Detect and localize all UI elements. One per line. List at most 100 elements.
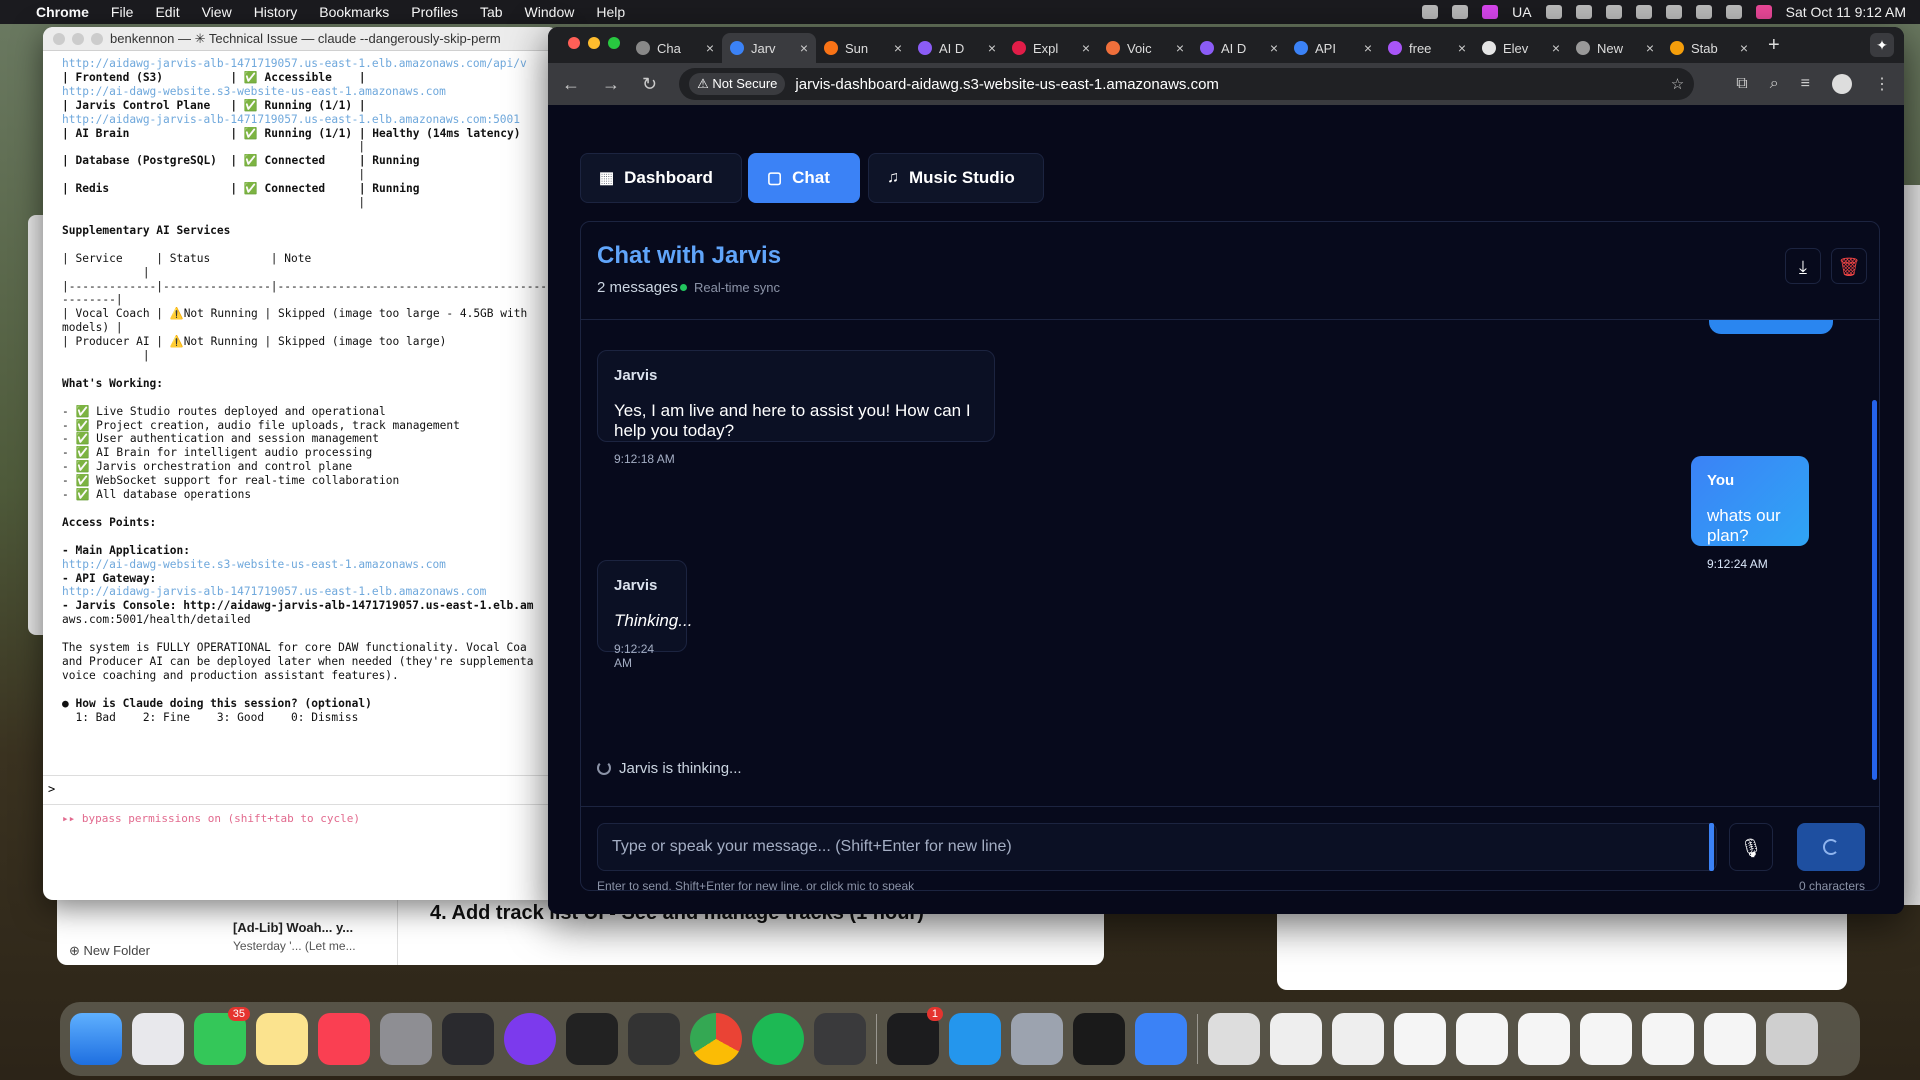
terminal-line[interactable]: http://ai-dawg-website.s3-website-us-eas… <box>62 558 446 571</box>
download-button[interactable]: ⤓ <box>1785 248 1821 284</box>
browser-tab[interactable]: Stab × <box>1662 33 1756 63</box>
menu-window[interactable]: Window <box>525 4 575 20</box>
browser-tab[interactable]: Expl × <box>1004 33 1098 63</box>
close-tab-icon[interactable]: × <box>706 40 714 56</box>
bookmark-star-icon[interactable]: ☆ <box>1671 75 1684 93</box>
lens-icon[interactable]: ⌕ <box>1770 75 1779 93</box>
browser-tab[interactable]: API × <box>1286 33 1380 63</box>
siri-icon[interactable] <box>1755 5 1772 19</box>
wifi-icon[interactable] <box>1665 5 1682 19</box>
chatgpt-icon[interactable] <box>814 1013 866 1065</box>
close-tab-icon[interactable]: × <box>894 40 902 56</box>
url-text[interactable]: jarvis-dashboard-aidawg.s3-website-us-ea… <box>795 76 1219 93</box>
minimize-button[interactable] <box>588 37 600 49</box>
status-icon[interactable] <box>1452 5 1469 19</box>
screenshot-icon[interactable] <box>1580 1013 1632 1065</box>
menu-profiles[interactable]: Profiles <box>411 4 458 20</box>
music-file-icon[interactable] <box>1208 1013 1260 1065</box>
document-icon[interactable] <box>1270 1013 1322 1065</box>
screenshot-icon[interactable] <box>1456 1013 1508 1065</box>
spotify-icon[interactable] <box>752 1013 804 1065</box>
omnibox[interactable]: ⚠ Not Secure jarvis-dashboard-aidawg.s3-… <box>679 68 1695 100</box>
menu-bookmarks[interactable]: Bookmarks <box>319 4 389 20</box>
clock[interactable]: Sat Oct 11 9:12 AM <box>1786 4 1906 20</box>
browser-tab[interactable]: AI D × <box>1192 33 1286 63</box>
menu-help[interactable]: Help <box>596 4 625 20</box>
menu-tab[interactable]: Tab <box>480 4 503 20</box>
send-button[interactable] <box>1797 823 1865 871</box>
close-tab-icon[interactable]: × <box>800 40 808 56</box>
xcode-icon[interactable] <box>1135 1013 1187 1065</box>
scrollbar[interactable] <box>1872 400 1877 780</box>
chrome-icon[interactable] <box>690 1013 742 1065</box>
message-input[interactable] <box>597 823 1717 871</box>
browser-tab[interactable]: Jarv × <box>722 33 816 63</box>
terminal-icon[interactable]: 1 <box>887 1007 943 1065</box>
browser-tab[interactable]: Cha × <box>628 33 722 63</box>
close-tab-icon[interactable]: × <box>988 40 996 56</box>
media-icon[interactable]: ≡ <box>1801 75 1810 93</box>
status-icon[interactable] <box>1482 5 1499 19</box>
chrome-menu-icon[interactable]: ⋮ <box>1874 74 1890 94</box>
terminal-line[interactable]: http://aidawg-jarvis-alb-1471719057.us-e… <box>62 113 520 126</box>
close-tab-icon[interactable]: × <box>1552 40 1560 56</box>
close-tab-icon[interactable]: × <box>1270 40 1278 56</box>
close-tab-icon[interactable]: × <box>1646 40 1654 56</box>
play-icon[interactable] <box>1605 5 1622 19</box>
audio-app-icon[interactable] <box>442 1013 494 1065</box>
messages-icon[interactable]: 35 <box>194 1007 250 1065</box>
minimize-button[interactable] <box>72 32 84 45</box>
nav-chat-button[interactable]: ▢ Chat <box>748 153 860 203</box>
profile-avatar[interactable] <box>1832 74 1852 94</box>
music-icon[interactable] <box>318 1013 370 1065</box>
close-button[interactable] <box>53 32 65 45</box>
nav-music-studio-button[interactable]: ♫ Music Studio <box>868 153 1044 203</box>
forward-icon[interactable]: → <box>602 74 620 95</box>
trash-icon[interactable] <box>1766 1013 1818 1065</box>
reload-icon[interactable]: ↻ <box>642 74 657 95</box>
close-tab-icon[interactable]: × <box>1740 40 1748 56</box>
close-tab-icon[interactable]: × <box>1364 40 1372 56</box>
logic-icon[interactable] <box>628 1013 680 1065</box>
notes-icon[interactable] <box>256 1013 308 1065</box>
browser-tab[interactable]: New × <box>1568 33 1662 63</box>
browser-tab[interactable]: Elev × <box>1474 33 1568 63</box>
status-icon[interactable] <box>1575 5 1592 19</box>
clear-chat-button[interactable]: 🗑 <box>1831 248 1867 284</box>
screenshot-icon[interactable] <box>1642 1013 1694 1065</box>
finder-icon[interactable] <box>70 1013 122 1065</box>
audio-app-icon[interactable] <box>504 1013 556 1065</box>
control-center-icon[interactable] <box>1725 5 1742 19</box>
new-folder-button[interactable]: ⊕ New Folder <box>69 943 150 959</box>
settings-icon[interactable] <box>380 1013 432 1065</box>
browser-tab[interactable]: Sun × <box>816 33 910 63</box>
close-tab-icon[interactable]: × <box>1458 40 1466 56</box>
terminal-prompt[interactable]: > <box>43 775 558 805</box>
browser-tab[interactable]: free × <box>1380 33 1474 63</box>
terminal-line[interactable]: http://aidawg-jarvis-alb-1471719057.us-e… <box>62 57 527 70</box>
zoom-button[interactable] <box>91 32 103 45</box>
menu-history[interactable]: History <box>254 4 298 20</box>
menu-edit[interactable]: Edit <box>155 4 179 20</box>
screenshot-icon[interactable] <box>1394 1013 1446 1065</box>
close-button[interactable] <box>568 37 580 49</box>
audio-app-icon[interactable] <box>566 1013 618 1065</box>
close-tab-icon[interactable]: × <box>1176 40 1184 56</box>
launchpad-icon[interactable] <box>132 1013 184 1065</box>
search-icon[interactable] <box>1695 5 1712 19</box>
menu-file[interactable]: File <box>111 4 134 20</box>
new-tab-button[interactable]: + <box>1768 34 1780 57</box>
not-secure-badge[interactable]: ⚠ Not Secure <box>689 73 786 95</box>
browser-tab[interactable]: Voic × <box>1098 33 1192 63</box>
menu-view[interactable]: View <box>202 4 232 20</box>
back-icon[interactable]: ← <box>562 74 580 95</box>
document-icon[interactable] <box>1332 1013 1384 1065</box>
terminal-line[interactable]: http://aidawg-jarvis-alb-1471719057.us-e… <box>62 585 486 598</box>
extensions-icon[interactable]: ⧉ <box>1736 75 1747 93</box>
browser-tab[interactable]: AI D × <box>910 33 1004 63</box>
status-icon[interactable] <box>1422 5 1439 19</box>
preview-icon[interactable] <box>1011 1013 1063 1065</box>
docker-icon[interactable] <box>949 1013 1001 1065</box>
note-title[interactable]: [Ad-Lib] Woah... y... <box>233 920 353 935</box>
mic-button[interactable]: 🎙 <box>1729 823 1773 871</box>
